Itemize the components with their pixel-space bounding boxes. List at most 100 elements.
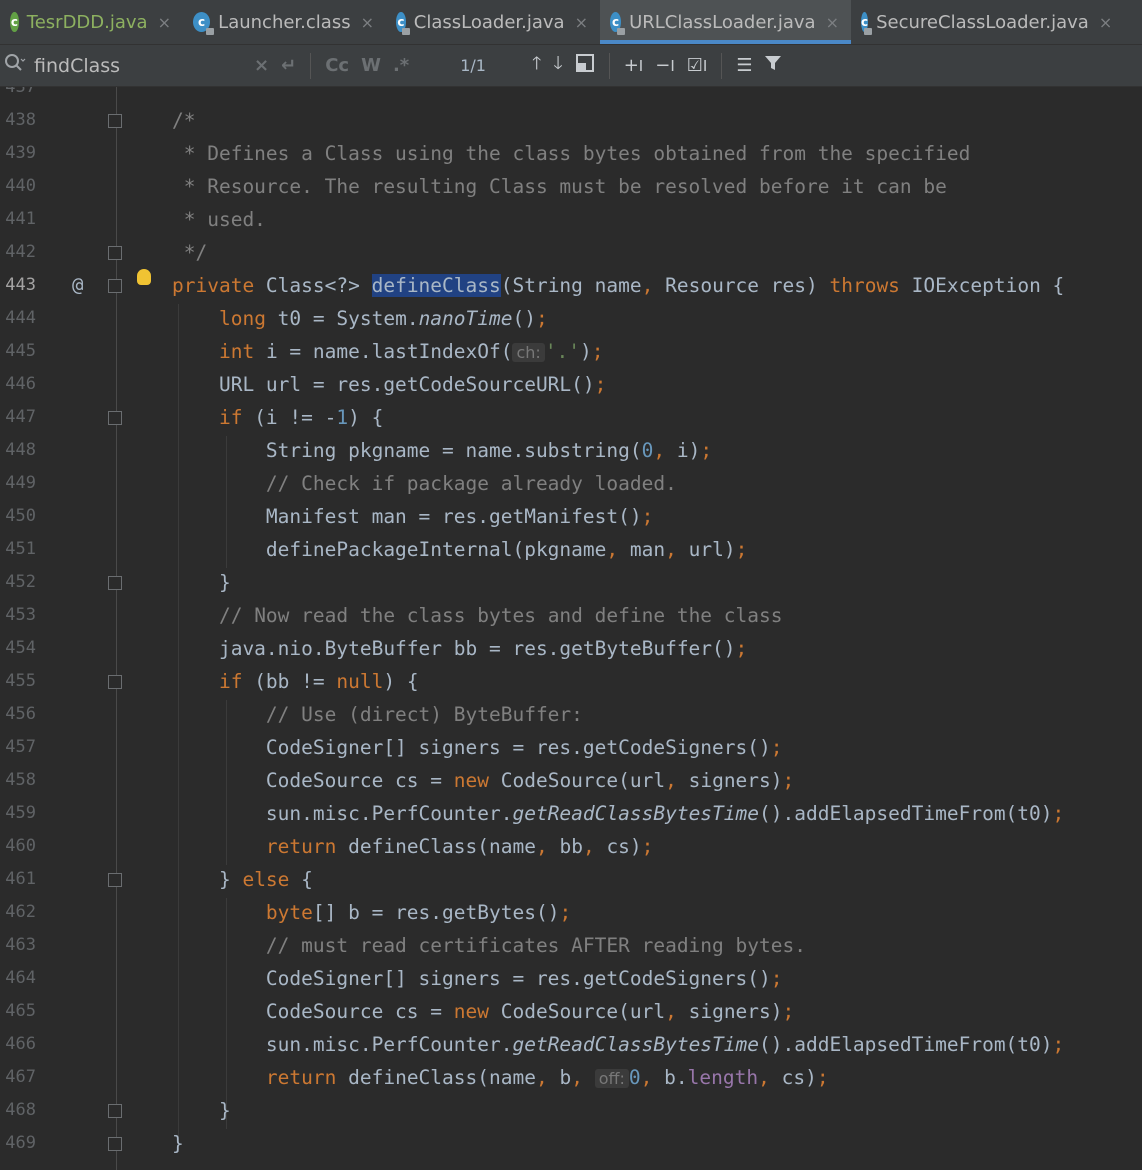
line-number: 457 <box>5 737 36 757</box>
tab-secureclassloader[interactable]: c SecureClassLoader.java × <box>851 0 1119 44</box>
next-occurrence-icon[interactable]: 🡓 <box>553 51 562 81</box>
code-text: // must read certificates AFTER reading … <box>265 934 806 957</box>
code-line[interactable]: 444 long t0 = System.nanoTime(); <box>0 302 1142 335</box>
code-line[interactable]: 459 sun.misc.PerfCounter.getReadClassByt… <box>0 797 1142 830</box>
intention-bulb-icon[interactable] <box>137 269 151 285</box>
code-text: private Class<?> defineClass(String name… <box>172 274 1065 297</box>
tab-classloader[interactable]: c ClassLoader.java × <box>386 0 600 44</box>
line-number: 451 <box>5 539 36 559</box>
search-input[interactable] <box>30 50 248 81</box>
code-line[interactable]: 454 java.nio.ByteBuffer bb = res.getByte… <box>0 632 1142 665</box>
code-line[interactable]: 446 URL url = res.getCodeSourceURL(); <box>0 368 1142 401</box>
close-icon[interactable]: × <box>158 13 171 32</box>
fold-marker-icon[interactable] <box>108 873 122 887</box>
tab-urlclassloader[interactable]: c URLClassLoader.java × <box>600 0 851 44</box>
code-text: * Resource. The resulting Class must be … <box>172 175 947 198</box>
code-text: String pkgname = name.substring(0, i); <box>172 439 713 462</box>
code-line[interactable]: 467 return defineClass(name, b, off: 0, b… <box>0 1061 1142 1094</box>
filter-options-icon[interactable]: ☰ <box>736 55 752 76</box>
remove-occurrence-icon[interactable]: −I <box>655 55 675 76</box>
fold-marker-icon[interactable] <box>108 114 122 128</box>
code-line[interactable]: 453 // Now read the class bytes and defi… <box>0 599 1142 632</box>
code-text: CodeSigner[] signers = res.getCodeSigner… <box>172 967 783 990</box>
code-text: URL url = res.getCodeSourceURL(); <box>172 373 607 396</box>
add-occurrence-icon[interactable]: +I <box>624 55 644 76</box>
code-line[interactable]: 439 * Defines a Class using the class by… <box>0 137 1142 170</box>
code-line[interactable]: 461 } else { <box>0 863 1142 896</box>
code-text: java.nio.ByteBuffer bb = res.getByteBuff… <box>172 637 748 660</box>
code-line[interactable]: 441 * used. <box>0 203 1142 236</box>
search-icon[interactable] <box>4 53 30 78</box>
tab-launcher[interactable]: c Launcher.class × <box>183 0 386 44</box>
code-editor[interactable]: 437 438 /* 439 * Defines a Class using the … <box>0 87 1142 1170</box>
code-line[interactable]: 452 } <box>0 566 1142 599</box>
code-text: } else { <box>172 868 313 891</box>
line-number: 446 <box>5 374 36 394</box>
line-number: 459 <box>5 803 36 823</box>
line-number: 453 <box>5 605 36 625</box>
close-icon[interactable]: × <box>361 13 374 32</box>
class-locked-icon: c <box>396 12 410 35</box>
override-marker-icon[interactable]: @ <box>72 269 83 302</box>
code-text: // Check if package already loaded. <box>265 472 677 495</box>
line-number: 458 <box>5 770 36 790</box>
class-locked-icon: c <box>610 12 626 35</box>
select-all-matches-icon[interactable]: ☑I <box>687 55 708 76</box>
code-line[interactable]: 447 if (i != -1) { <box>0 401 1142 434</box>
fold-marker-icon[interactable] <box>108 246 122 260</box>
tab-label: URLClassLoader.java <box>629 11 816 33</box>
code-line[interactable]: 450 Manifest man = res.getManifest(); <box>0 500 1142 533</box>
code-line[interactable]: 449 // Check if package already loaded. <box>0 467 1142 500</box>
fold-marker-icon[interactable] <box>108 576 122 590</box>
fold-marker-icon[interactable] <box>108 279 122 293</box>
line-number: 454 <box>5 638 36 658</box>
code-text: byte[] b = res.getBytes(); <box>265 901 572 924</box>
filter-icon[interactable] <box>764 54 782 77</box>
code-line[interactable]: 458 CodeSource cs = new CodeSource(url, … <box>0 764 1142 797</box>
close-icon[interactable]: × <box>1099 13 1112 32</box>
tab-tesrddd[interactable]: c TesrDDD.java × <box>0 0 183 44</box>
code-line[interactable]: 443 @ private Class<?> defineClass(String … <box>0 269 1142 302</box>
code-line[interactable]: 438 /* <box>0 104 1142 137</box>
line-number: 444 <box>5 308 36 328</box>
code-text: if (i != -1) { <box>218 406 384 429</box>
code-line[interactable]: 469} <box>0 1127 1142 1160</box>
fold-marker-icon[interactable] <box>108 411 122 425</box>
code-line[interactable]: 437 <box>0 87 1142 104</box>
code-line[interactable]: 468 } <box>0 1094 1142 1127</box>
code-line[interactable]: 463 // must read certificates AFTER read… <box>0 929 1142 962</box>
line-number: 440 <box>5 176 36 196</box>
code-line[interactable]: 456 // Use (direct) ByteBuffer: <box>0 698 1142 731</box>
code-line[interactable]: 448 String pkgname = name.substring(0, i… <box>0 434 1142 467</box>
words-button[interactable]: W <box>361 55 381 76</box>
fold-marker-icon[interactable] <box>108 1137 122 1151</box>
regex-button[interactable]: .* <box>393 55 409 76</box>
code-line[interactable]: 455 if (bb != null) { <box>0 665 1142 698</box>
line-number: 456 <box>5 704 36 724</box>
code-text: */ <box>172 241 208 264</box>
code-line[interactable]: 460 return defineClass(name, bb, cs); <box>0 830 1142 863</box>
fold-marker-icon[interactable] <box>108 1104 122 1118</box>
code-line[interactable]: 442 */ <box>0 236 1142 269</box>
select-all-occurrences-icon[interactable] <box>575 53 595 78</box>
clear-search-icon[interactable]: × <box>254 55 269 76</box>
line-number: 467 <box>5 1067 36 1087</box>
new-line-icon[interactable]: ↵ <box>281 55 296 76</box>
match-case-button[interactable]: Cc <box>325 55 349 76</box>
code-text: CodeSource cs = new CodeSource(url, sign… <box>172 769 795 792</box>
line-number: 449 <box>5 473 36 493</box>
code-line[interactable]: 466 sun.misc.PerfCounter.getReadClassByt… <box>0 1028 1142 1061</box>
code-line[interactable]: 464 CodeSigner[] signers = res.getCodeSi… <box>0 962 1142 995</box>
code-line[interactable]: 451 definePackageInternal(pkgname, man, … <box>0 533 1142 566</box>
code-line[interactable]: 457 CodeSigner[] signers = res.getCodeSi… <box>0 731 1142 764</box>
previous-occurrence-icon[interactable]: 🡑 <box>532 51 541 81</box>
line-number: 438 <box>5 110 36 130</box>
code-line[interactable]: 445 int i = name.lastIndexOf(ch: '.'); <box>0 335 1142 368</box>
fold-marker-icon[interactable] <box>108 675 122 689</box>
code-line[interactable]: 440 * Resource. The resulting Class must… <box>0 170 1142 203</box>
code-line[interactable]: 465 CodeSource cs = new CodeSource(url, … <box>0 995 1142 1028</box>
line-number: 448 <box>5 440 36 460</box>
close-icon[interactable]: × <box>575 13 588 32</box>
close-icon[interactable]: × <box>826 13 839 32</box>
code-line[interactable]: 462 byte[] b = res.getBytes(); <box>0 896 1142 929</box>
